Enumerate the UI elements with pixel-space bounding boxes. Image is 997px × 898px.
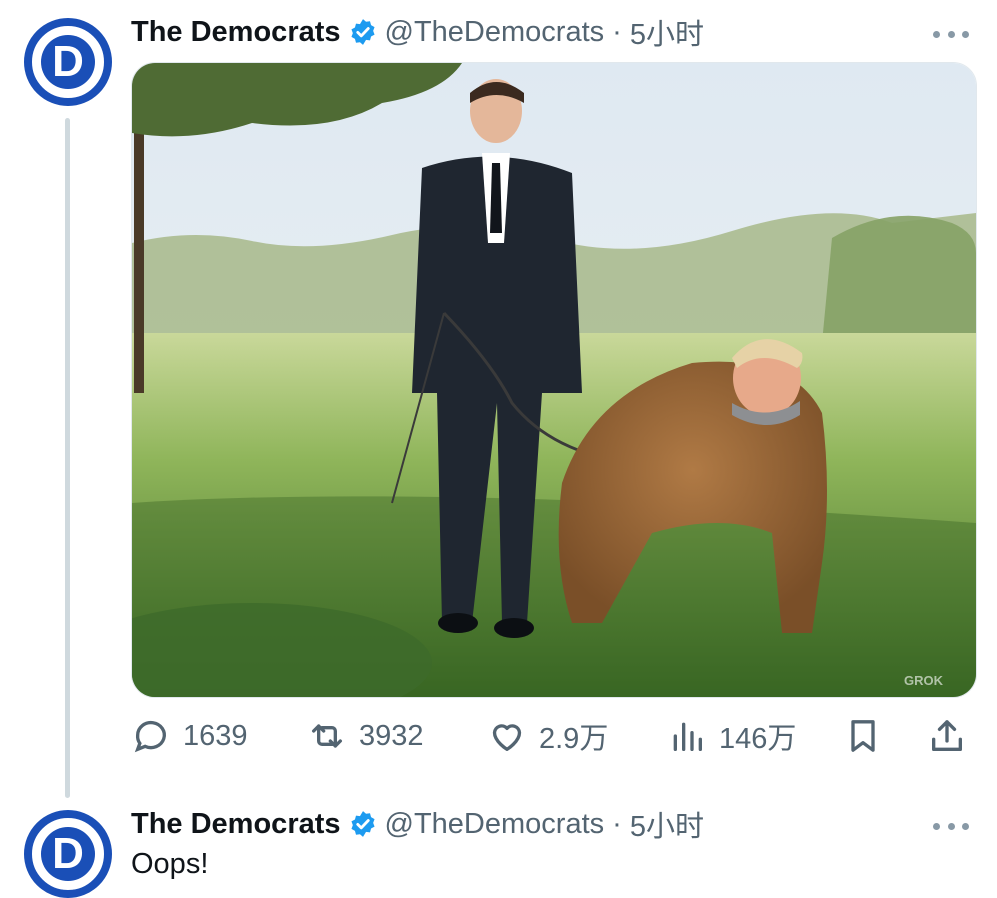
share-button[interactable]	[927, 710, 967, 762]
tweet-image[interactable]: GROK	[131, 62, 977, 698]
speech-bubble-icon	[134, 720, 166, 753]
share-icon	[932, 720, 962, 751]
avatar-letter: D	[41, 35, 95, 89]
avatar-letter: D	[41, 827, 95, 881]
timestamp[interactable]: 5小时	[630, 11, 704, 53]
bookmark-icon	[851, 720, 875, 752]
bookmark-button[interactable]	[843, 710, 883, 762]
reply-button[interactable]: 1639	[131, 710, 248, 762]
retweet-count: 3932	[359, 719, 424, 752]
tweet-header: The Democrats @TheDemocrats · 5小时	[131, 12, 704, 52]
separator: ·	[612, 15, 622, 48]
reply-count: 1639	[183, 719, 248, 752]
image-watermark: GROK	[904, 673, 944, 688]
thread-line	[65, 118, 70, 798]
park-scene-image: GROK	[132, 63, 976, 697]
display-name[interactable]: The Democrats	[131, 16, 341, 49]
avatar[interactable]: D	[24, 810, 112, 898]
separator: ·	[612, 807, 622, 840]
like-button[interactable]: 2.9万	[487, 710, 608, 762]
tweet-text: Oops!	[131, 848, 209, 880]
verified-badge-icon	[350, 19, 375, 45]
view-count: 146万	[719, 723, 797, 755]
tweet-actions: 1639 3932 2.9万 146万	[131, 710, 971, 762]
tweet-header: The Democrats @TheDemocrats · 5小时	[131, 804, 704, 844]
tweet[interactable]: D The Democrats @TheDemocrats · 5小时 GROK…	[0, 0, 997, 798]
more-options-icon[interactable]	[933, 820, 969, 832]
more-options-icon[interactable]	[933, 28, 969, 40]
timestamp[interactable]: 5小时	[630, 803, 704, 845]
handle[interactable]: @TheDemocrats	[385, 808, 605, 841]
tweet[interactable]: D The Democrats @TheDemocrats · 5小时 Oops…	[0, 790, 997, 898]
views-button[interactable]: 146万	[667, 710, 796, 762]
verified-badge-icon	[350, 811, 375, 837]
retweet-icon	[312, 724, 342, 748]
avatar[interactable]: D	[24, 18, 112, 106]
heart-icon	[492, 724, 522, 751]
retweet-button[interactable]: 3932	[307, 710, 424, 762]
bar-chart-icon	[673, 722, 702, 751]
like-count: 2.9万	[539, 723, 609, 755]
handle[interactable]: @TheDemocrats	[385, 16, 605, 49]
display-name[interactable]: The Democrats	[131, 808, 341, 841]
